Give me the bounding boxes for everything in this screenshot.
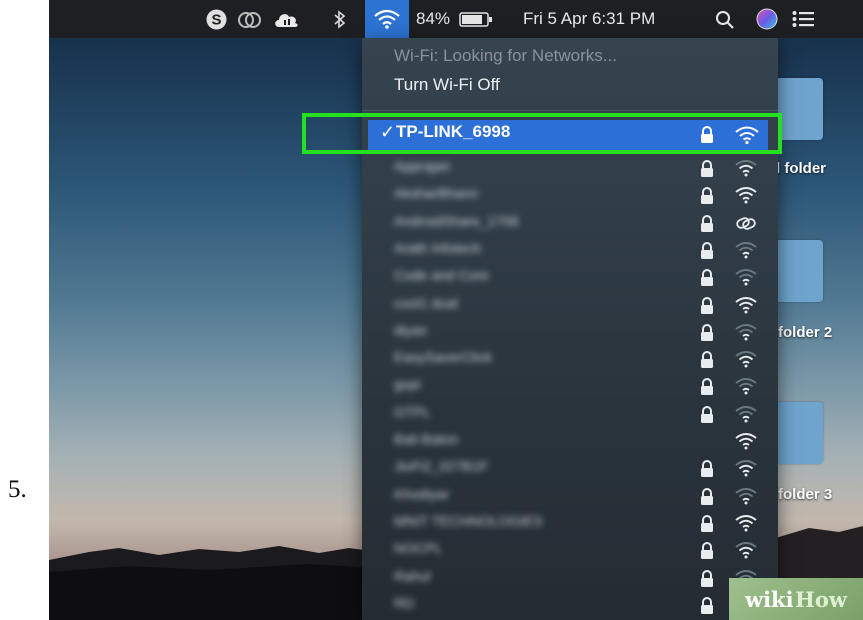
wifi-signal-icon bbox=[734, 158, 758, 183]
personal-hotspot-icon bbox=[734, 213, 758, 238]
skype-icon[interactable]: S bbox=[206, 9, 227, 35]
network-row[interactable]: AndroidShare_1708 bbox=[362, 209, 778, 236]
network-row[interactable]: EasySaverClick bbox=[362, 345, 778, 372]
network-row[interactable]: diyan bbox=[362, 318, 778, 345]
folder-label[interactable]: folder 3 bbox=[778, 486, 832, 503]
watermark-how: How bbox=[795, 587, 847, 612]
wifi-signal-icon bbox=[734, 458, 758, 483]
folder-icon[interactable] bbox=[775, 240, 823, 302]
network-row[interactable]: Rahul bbox=[362, 564, 778, 591]
network-name: NOCPL bbox=[394, 540, 443, 557]
network-row[interactable]: cool1 dual bbox=[362, 291, 778, 318]
menu-separator bbox=[362, 110, 778, 111]
network-name: diyan bbox=[394, 321, 428, 338]
step-number: 5. bbox=[8, 476, 27, 503]
network-row[interactable]: gopi bbox=[362, 372, 778, 399]
lock-icon bbox=[700, 351, 714, 374]
wifi-signal-icon bbox=[734, 540, 758, 565]
network-name: Khodiyar bbox=[394, 485, 450, 502]
cloud-icon[interactable] bbox=[274, 10, 300, 35]
wifi-icon bbox=[374, 9, 400, 29]
network-name: Code and Core bbox=[394, 267, 489, 284]
network-name: GTPL bbox=[394, 403, 431, 420]
wifi-signal-icon bbox=[734, 513, 758, 538]
network-row[interactable]: RD bbox=[362, 591, 778, 618]
folder-icon[interactable] bbox=[775, 402, 823, 464]
svg-text:S: S bbox=[211, 12, 221, 29]
lock-icon bbox=[700, 296, 714, 320]
network-row[interactable]: Arath Infotech bbox=[362, 236, 778, 263]
network-name: cool1 dual bbox=[394, 294, 458, 311]
bluetooth-icon[interactable] bbox=[333, 9, 347, 35]
lock-icon bbox=[700, 596, 714, 620]
wikihow-watermark: wiki How bbox=[729, 578, 863, 620]
network-name: JioFi2_027B1F bbox=[394, 458, 489, 475]
wifi-signal-icon bbox=[734, 486, 758, 511]
battery-icon[interactable] bbox=[459, 12, 493, 32]
network-row[interactable]: Khodiyar bbox=[362, 482, 778, 509]
lock-icon bbox=[700, 241, 714, 265]
network-name: gopi bbox=[394, 376, 421, 393]
network-name: Bali-Baton bbox=[394, 431, 459, 447]
network-row[interactable]: JioFi2_027B1F bbox=[362, 454, 778, 481]
network-row[interactable]: Apprajan bbox=[362, 154, 778, 181]
lock-icon bbox=[700, 487, 714, 511]
folder-label[interactable]: folder 2 bbox=[778, 324, 832, 341]
lock-icon bbox=[700, 187, 714, 210]
lock-icon bbox=[700, 460, 714, 483]
network-row[interactable]: GTPL bbox=[362, 400, 778, 427]
lock-icon bbox=[700, 542, 714, 565]
lock-icon bbox=[700, 514, 714, 538]
wifi-signal-icon bbox=[734, 376, 758, 401]
lock-icon bbox=[700, 569, 714, 593]
wifi-signal-icon bbox=[734, 349, 758, 374]
network-name: AksharBhann bbox=[394, 185, 479, 202]
network-name: MNIT TECHNOLOGIES bbox=[394, 512, 543, 529]
network-name: Apprajan bbox=[394, 158, 451, 174]
folder-label[interactable]: l folder bbox=[776, 160, 826, 177]
lock-icon bbox=[700, 378, 714, 401]
network-name: EasySaverClick bbox=[394, 349, 493, 366]
wifi-signal-icon bbox=[734, 295, 758, 320]
network-name: Rahul bbox=[394, 567, 431, 584]
lock-icon bbox=[700, 214, 714, 238]
network-row[interactable]: NOCPL bbox=[362, 536, 778, 563]
network-row[interactable]: Code and Core bbox=[362, 263, 778, 290]
network-name: RD bbox=[394, 594, 415, 611]
creative-cloud-icon[interactable] bbox=[237, 10, 263, 35]
lock-icon bbox=[700, 160, 714, 183]
highlight-box bbox=[302, 113, 782, 154]
lock-icon bbox=[700, 269, 714, 292]
mac-desktop: l folder folder 2 folder 3 S 84% Fri 5 A… bbox=[49, 0, 863, 620]
lock-icon bbox=[700, 323, 714, 347]
wifi-menu-button[interactable] bbox=[365, 0, 409, 38]
turn-wifi-off-item[interactable]: Turn Wi-Fi Off bbox=[394, 75, 500, 95]
search-icon[interactable] bbox=[715, 10, 735, 35]
battery-percent[interactable]: 84% bbox=[416, 0, 450, 38]
wifi-signal-icon bbox=[734, 267, 758, 292]
folder-icon[interactable] bbox=[775, 78, 823, 140]
siri-icon[interactable] bbox=[756, 8, 778, 35]
wifi-signal-icon bbox=[734, 185, 758, 210]
watermark-wiki: wiki bbox=[745, 587, 794, 612]
network-row[interactable]: AksharBhann bbox=[362, 181, 778, 208]
wifi-signal-icon bbox=[734, 404, 758, 429]
wifi-status: Wi-Fi: Looking for Networks... bbox=[394, 46, 617, 65]
network-row[interactable]: Bali-Baton bbox=[362, 427, 778, 454]
menu-bar: S 84% Fri 5 Apr 6:31 PM bbox=[49, 0, 863, 38]
network-name: Arath Infotech bbox=[394, 239, 482, 256]
lock-icon bbox=[700, 405, 714, 429]
wifi-signal-icon bbox=[734, 322, 758, 347]
wifi-signal-icon bbox=[734, 240, 758, 265]
clock[interactable]: Fri 5 Apr 6:31 PM bbox=[523, 0, 655, 38]
notification-list-icon[interactable] bbox=[792, 10, 814, 33]
network-row[interactable]: MNIT TECHNOLOGIES bbox=[362, 509, 778, 536]
network-name: AndroidShare_1708 bbox=[394, 212, 519, 229]
wifi-signal-icon bbox=[734, 431, 758, 456]
